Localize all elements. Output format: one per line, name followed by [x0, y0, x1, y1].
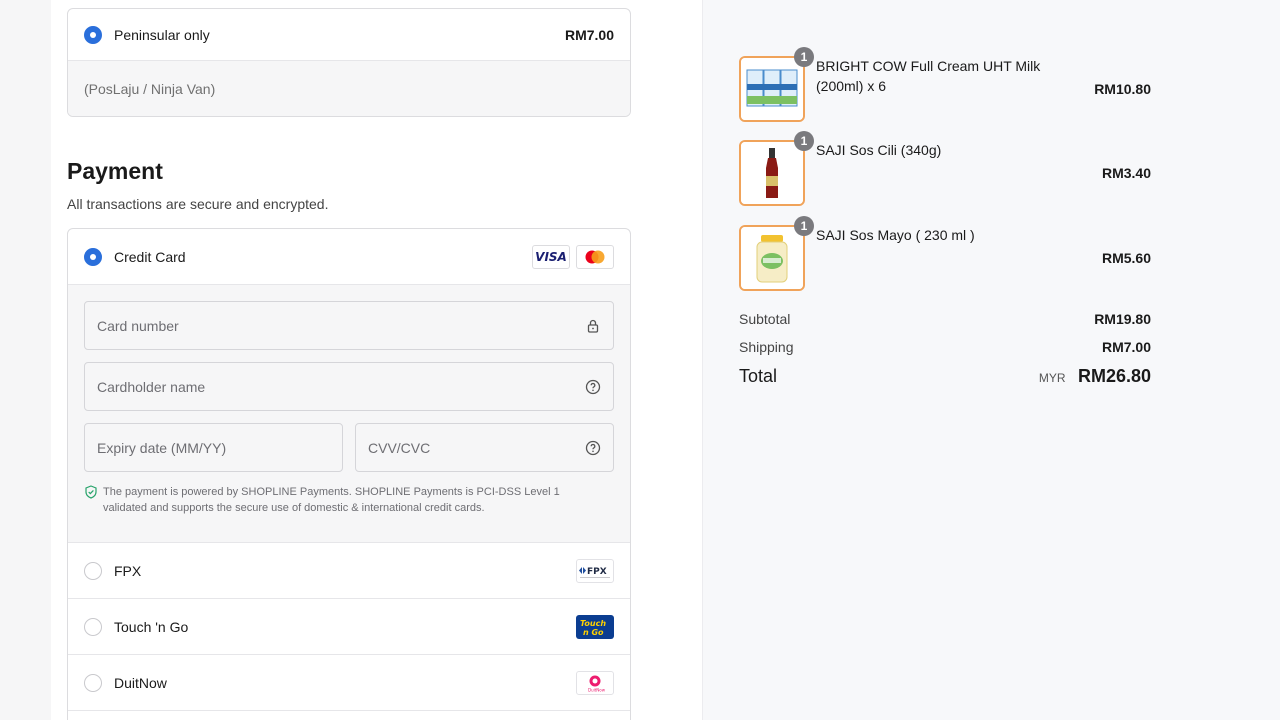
lock-icon: [587, 319, 599, 333]
total-amount: MYR RM26.80: [1039, 366, 1151, 387]
shipping-row: Shipping RM7.00: [739, 339, 1151, 355]
shipping-option-peninsular[interactable]: Peninsular only RM7.00: [68, 9, 630, 61]
item-name: BRIGHT COW Full Cream UHT Milk (200ml) x…: [816, 58, 1041, 94]
svg-text:DuitNow: DuitNow: [588, 687, 606, 692]
quantity-badge: 1: [794, 216, 814, 236]
payment-methods-box: Credit Card VISA Card number Cardholder …: [67, 228, 631, 720]
product-thumbnail: [739, 225, 805, 291]
total-currency: MYR: [1038, 371, 1066, 385]
secure-note-text: The payment is powered by SHOPLINE Payme…: [103, 486, 560, 514]
quantity-badge: 1: [794, 131, 814, 151]
expiry-date-field[interactable]: Expiry date (MM/YY): [84, 423, 343, 472]
payment-option-touch-n-go[interactable]: Touch 'n Go Touch n Go: [68, 599, 630, 655]
product-thumbnail: [739, 56, 805, 122]
payment-subtitle: All transactions are secure and encrypte…: [67, 196, 329, 212]
fpx-label: FPX: [114, 562, 142, 579]
touch-n-go-label: Touch 'n Go: [114, 618, 189, 635]
cvv-field[interactable]: CVV/CVC: [355, 423, 614, 472]
shipping-radio-selected[interactable]: [84, 25, 102, 44]
credit-card-label: Credit Card: [114, 248, 186, 265]
cvv-placeholder: CVV/CVC: [368, 439, 431, 456]
mayo-jar-image: [741, 227, 803, 289]
page-margin: [0, 0, 51, 720]
shipping-option-label: Peninsular only: [114, 26, 210, 43]
shipping-method-box: Peninsular only RM7.00 (PosLaju / Ninja …: [67, 8, 631, 117]
payment-option-fpx[interactable]: FPX FPX: [68, 543, 630, 599]
subtotal-row: Subtotal RM19.80: [739, 311, 1151, 327]
fpx-logo-text: FPX: [587, 567, 607, 577]
svg-text:n Go: n Go: [583, 628, 604, 637]
duitnow-radio[interactable]: [84, 673, 102, 692]
fpx-logo-icon: FPX: [576, 558, 614, 583]
card-number-placeholder: Card number: [97, 317, 179, 334]
touch-n-go-radio[interactable]: [84, 617, 102, 636]
shipping-option-note: (PosLaju / Ninja Van): [68, 61, 630, 116]
expiry-date-placeholder: Expiry date (MM/YY): [97, 439, 227, 456]
card-number-field[interactable]: Card number: [84, 301, 614, 350]
chili-sauce-bottle-image: [741, 142, 803, 204]
shipping-label: Shipping: [739, 339, 794, 355]
shipping-option-price: RM7.00: [564, 26, 614, 43]
cart-item: 1 SAJI Sos Mayo ( 230 ml ) RM5.60: [739, 216, 1151, 291]
cart-item: 1 BRIGHT COW Full Cream UHT Milk (200ml)…: [739, 47, 1151, 122]
duitnow-logo-icon: DuitNow: [576, 670, 614, 695]
mastercard-logo-icon: [576, 244, 614, 269]
shield-check-icon: [85, 485, 97, 499]
order-summary: 1 BRIGHT COW Full Cream UHT Milk (200ml)…: [702, 0, 1280, 720]
quantity-badge: 1: [794, 47, 814, 67]
item-price: RM10.80: [1094, 81, 1151, 97]
product-thumbnail: [739, 140, 805, 206]
subtotal-label: Subtotal: [739, 311, 791, 327]
item-price: RM3.40: [1101, 165, 1151, 181]
milk-carton-image: [741, 58, 803, 120]
cardholder-name-field[interactable]: Cardholder name: [84, 362, 614, 411]
item-name: SAJI Sos Mayo ( 230 ml ): [816, 227, 975, 243]
help-icon[interactable]: [585, 440, 601, 456]
cart-item: 1 SAJI Sos Cili (340g) RM3.40: [739, 131, 1151, 206]
payment-option-duitnow[interactable]: DuitNow DuitNow: [68, 655, 630, 711]
touch-n-go-logo-icon: Touch n Go: [576, 614, 614, 639]
cardholder-name-placeholder: Cardholder name: [97, 378, 206, 395]
total-value: RM26.80: [1077, 366, 1151, 386]
visa-logo-icon: VISA: [532, 244, 570, 269]
credit-card-form: Card number Cardholder name Expiry date …: [68, 285, 630, 543]
secure-payment-note: The payment is powered by SHOPLINE Payme…: [84, 484, 584, 516]
payment-title: Payment: [67, 158, 163, 184]
svg-text:Touch: Touch: [580, 619, 606, 628]
help-icon[interactable]: [585, 379, 601, 395]
credit-card-radio-selected[interactable]: [84, 247, 102, 266]
checkout-form: Peninsular only RM7.00 (PosLaju / Ninja …: [51, 0, 702, 720]
fpx-radio[interactable]: [84, 561, 102, 580]
item-price: RM5.60: [1101, 250, 1151, 266]
total-row: Total MYR RM26.80: [739, 366, 1151, 387]
total-label: Total: [739, 366, 778, 386]
subtotal-value: RM19.80: [1094, 311, 1151, 327]
duitnow-label: DuitNow: [114, 674, 167, 691]
payment-option-credit-card[interactable]: Credit Card VISA: [68, 229, 630, 285]
shipping-value: RM7.00: [1101, 339, 1151, 355]
item-name: SAJI Sos Cili (340g): [816, 142, 942, 158]
